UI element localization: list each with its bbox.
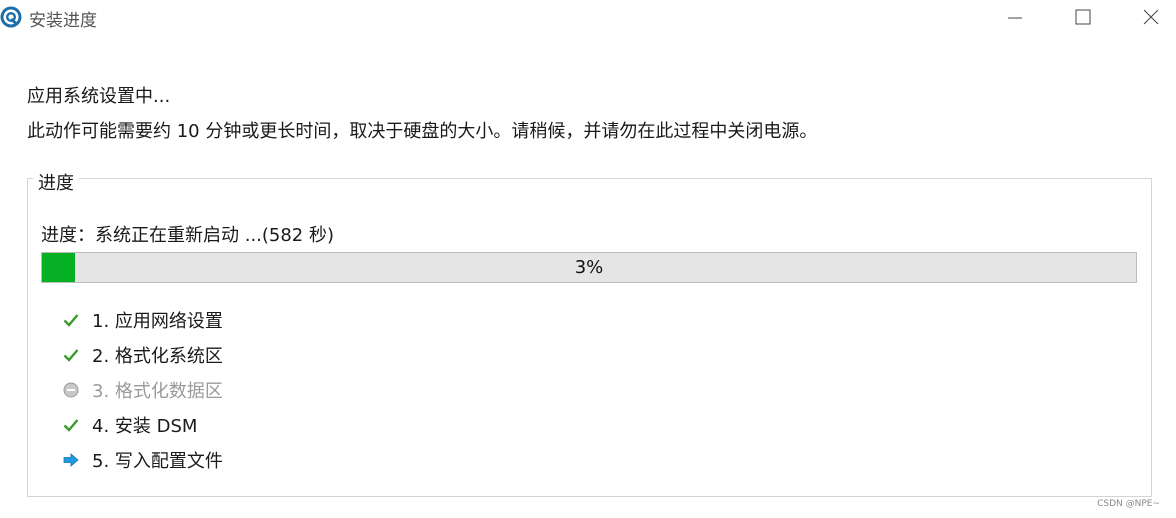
status-text: 应用系统设置中...: [27, 86, 171, 107]
maximize-button[interactable]: [1060, 0, 1106, 34]
app-logo-icon: [0, 6, 22, 28]
step-label: 2. 格式化系统区: [92, 346, 223, 367]
step-item: 3. 格式化数据区: [62, 375, 462, 405]
step-label: 1. 应用网络设置: [92, 311, 223, 332]
step-item: 2. 格式化系统区: [62, 340, 462, 370]
step-label: 5. 写入配置文件: [92, 451, 223, 472]
watermark-text: CSDN @NPE~: [1097, 499, 1160, 509]
description-text: 此动作可能需要约 10 分钟或更长时间，取决于硬盘的大小。请稍候，并请勿在此过程…: [27, 121, 818, 142]
check-icon: [62, 346, 80, 364]
groupbox-legend: 进度: [33, 169, 79, 195]
window-title: 安装进度: [29, 11, 97, 31]
check-icon: [62, 311, 80, 329]
progress-label: 进度：系统正在重新启动 ...(582 秒): [41, 225, 335, 246]
close-icon: [1143, 9, 1159, 25]
step-label: 3. 格式化数据区: [92, 381, 223, 402]
step-item: 1. 应用网络设置: [62, 305, 462, 335]
progress-bar: 3%: [41, 252, 1137, 283]
step-item: 4. 安装 DSM: [62, 410, 462, 440]
arrow-right-icon: [62, 451, 80, 469]
minimize-button[interactable]: [992, 0, 1038, 34]
close-button[interactable]: [1128, 0, 1174, 34]
maximize-icon: [1075, 9, 1091, 25]
skipped-circle-icon: [62, 381, 80, 399]
title-bar: 安装进度: [0, 0, 1176, 34]
progress-percent: 3%: [574, 257, 604, 278]
step-item: 5. 写入配置文件: [62, 445, 462, 475]
step-label: 4. 安装 DSM: [92, 416, 198, 437]
check-icon: [62, 416, 80, 434]
minimize-icon: [1008, 17, 1022, 19]
